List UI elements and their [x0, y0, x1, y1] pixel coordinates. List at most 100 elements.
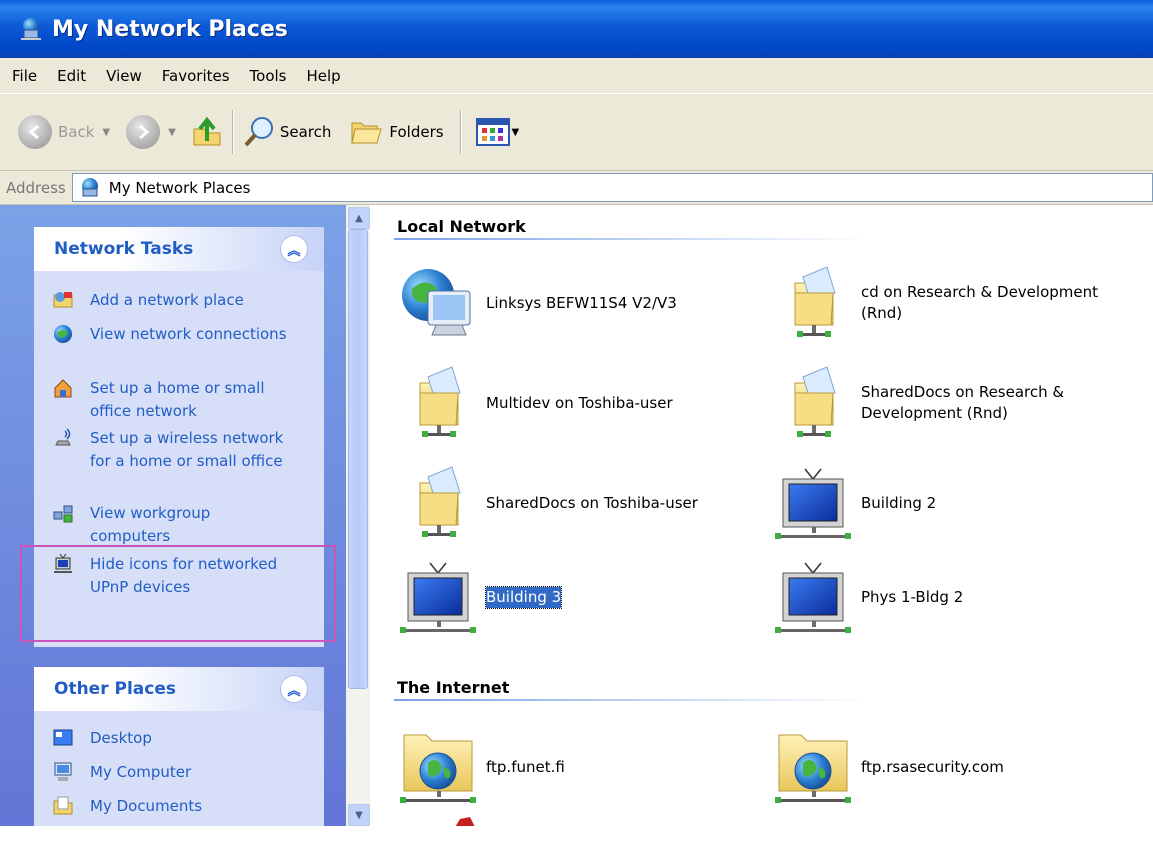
upnp-tv-icon [773, 463, 853, 543]
title-bar[interactable]: My Network Places [0, 0, 1153, 58]
folders-label: Folders [389, 123, 444, 141]
search-icon [244, 117, 273, 147]
scroll-down-arrow-icon[interactable]: ▼ [348, 804, 370, 826]
other-places-header[interactable]: Other Places ︽ [34, 667, 324, 711]
network-item-linksys[interactable]: Linksys BEFW11S4 V2/V3 [398, 263, 677, 343]
group-the-internet: The Internet [397, 678, 510, 697]
network-item-building-3[interactable]: Building 3 [398, 557, 563, 637]
collapse-chevron-icon[interactable]: ︽ [280, 235, 308, 263]
desktop-icon [53, 729, 73, 746]
back-label: Back [58, 123, 95, 141]
other-places-panel: Other Places ︽ Desktop My Computer My Do… [34, 667, 324, 826]
my-documents-icon [53, 796, 73, 815]
network-item-multidev[interactable]: Multidev on Toshiba-user [398, 363, 673, 443]
network-item-cd-rnd[interactable]: cd on Research & Development (Rnd) [773, 263, 1131, 343]
other-places-title: Other Places [54, 679, 176, 699]
address-field[interactable]: My Network Places [71, 173, 1153, 202]
item-label: Phys 1-Bldg 2 [861, 587, 964, 606]
item-label: ftp.funet.fi [486, 757, 565, 776]
item-label: Multidev on Toshiba-user [486, 393, 673, 412]
internet-item-funet[interactable]: ftp.funet.fi [398, 727, 565, 807]
folders-icon [351, 122, 383, 144]
place-desktop[interactable]: Desktop [52, 727, 290, 750]
task-wireless-network[interactable]: Set up a wireless network for a home or … [52, 427, 290, 473]
ftp-globe-folder-icon [398, 727, 478, 807]
network-folder-icon [398, 463, 478, 543]
views-dropdown-icon[interactable]: ▼ [512, 127, 520, 138]
ftp-globe-folder-icon [773, 727, 853, 807]
internet-item-rsasecurity[interactable]: ftp.rsasecurity.com [773, 727, 1004, 807]
task-pane: Network Tasks ︽ Add a network place View… [0, 205, 346, 826]
address-bar: Address My Network Places [0, 171, 1153, 205]
back-button[interactable]: Back ▼ [18, 115, 110, 149]
search-button[interactable]: Search [242, 115, 332, 149]
item-label: Linksys BEFW11S4 V2/V3 [486, 293, 677, 312]
item-label-selected: Building 3 [484, 585, 563, 609]
window-bottom-edge [0, 826, 1153, 841]
wireless-network-icon [55, 428, 71, 446]
network-places-icon [21, 18, 41, 40]
menu-file[interactable]: File [0, 67, 47, 85]
network-item-building-2[interactable]: Building 2 [773, 463, 936, 543]
network-folder-icon [773, 263, 853, 343]
file-view: Local Network Linksys BEFW11S4 V2/V3 cd … [370, 205, 1153, 826]
menu-help[interactable]: Help [297, 67, 351, 85]
menu-edit[interactable]: Edit [47, 67, 96, 85]
place-label: My Documents [90, 797, 203, 815]
search-label: Search [279, 123, 332, 141]
vertical-scrollbar[interactable]: ▲ ▼ [346, 205, 370, 826]
collapse-chevron-icon[interactable]: ︽ [280, 675, 308, 703]
task-add-network-place[interactable]: Add a network place [52, 289, 290, 312]
folders-button[interactable]: Folders [349, 115, 444, 149]
menu-bar: File Edit View Favorites Tools Help [0, 58, 1153, 94]
item-label: SharedDocs on Research & Development (Rn… [861, 383, 1065, 422]
network-tasks-header[interactable]: Network Tasks ︽ [34, 227, 324, 271]
address-value: My Network Places [108, 178, 251, 197]
network-item-shareddocs-toshiba[interactable]: SharedDocs on Toshiba-user [398, 463, 698, 543]
upnp-tv-icon [773, 557, 853, 637]
network-item-phys-bldg-2[interactable]: Phys 1-Bldg 2 [773, 557, 963, 637]
network-folder-icon [398, 363, 478, 443]
router-globe-icon [402, 269, 471, 336]
my-computer-icon [54, 762, 72, 781]
task-label: Add a network place [90, 291, 244, 309]
up-folder-button[interactable] [190, 115, 224, 149]
forward-button[interactable]: ▼ [126, 115, 176, 149]
place-label: Desktop [90, 729, 152, 747]
window-title: My Network Places [52, 16, 288, 42]
task-view-network-connections[interactable]: View network connections [52, 323, 290, 346]
item-label: cd on Research & Development (Rnd) [861, 283, 1099, 322]
task-label: Set up a wireless network for a home or … [90, 429, 284, 470]
place-my-computer[interactable]: My Computer [52, 761, 290, 784]
toolbar-separator [231, 110, 234, 154]
upnp-tv-icon [398, 557, 478, 637]
task-view-workgroup[interactable]: View workgroup computers [52, 502, 290, 548]
group-local-network: Local Network [397, 217, 526, 236]
views-button[interactable]: ▼ [475, 117, 520, 147]
network-places-icon [81, 177, 98, 196]
menu-favorites[interactable]: Favorites [152, 67, 240, 85]
group-divider [394, 238, 870, 240]
views-icon [475, 118, 510, 146]
forward-dropdown-icon[interactable]: ▼ [168, 127, 176, 138]
task-home-network[interactable]: Set up a home or small office network [52, 377, 290, 423]
back-arrow-icon [18, 115, 52, 149]
workgroup-icon [53, 505, 73, 523]
scroll-thumb[interactable] [348, 229, 368, 689]
task-label: Set up a home or small office network [90, 379, 265, 420]
address-label: Address [6, 178, 66, 197]
menu-tools[interactable]: Tools [240, 67, 297, 85]
back-dropdown-icon[interactable]: ▼ [102, 127, 110, 138]
forward-arrow-icon [126, 115, 161, 149]
network-connections-icon [54, 325, 72, 343]
place-my-documents[interactable]: My Documents [52, 795, 290, 818]
group-divider [394, 699, 870, 701]
up-folder-icon [193, 116, 221, 146]
menu-view[interactable]: View [96, 67, 152, 85]
task-label: View workgroup computers [90, 504, 211, 545]
partial-item-icon [455, 817, 475, 826]
network-item-shareddocs-rnd[interactable]: SharedDocs on Research & Development (Rn… [773, 363, 1101, 443]
scroll-up-arrow-icon[interactable]: ▲ [348, 207, 370, 229]
annotation-highlight-box [20, 545, 336, 642]
item-label: SharedDocs on Toshiba-user [486, 493, 698, 512]
